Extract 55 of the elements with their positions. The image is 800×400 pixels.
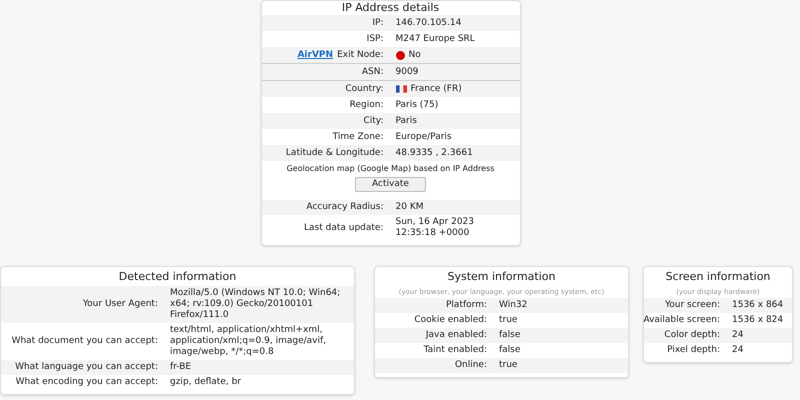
field-label: Time Zone: (332, 132, 384, 142)
field-value: 1536 x 864 (732, 300, 784, 311)
field-value: No (408, 50, 421, 60)
field-value: true (499, 315, 518, 326)
field-label: Exit Node: (337, 50, 384, 60)
field-value: France (FR) (410, 84, 462, 94)
field-label: Java enabled: (426, 330, 487, 341)
field-label: Region: (350, 100, 384, 110)
field-value: 1536 x 824 (732, 315, 784, 326)
field-label: Taint enabled: (424, 345, 487, 356)
field-value: 20 KM (396, 202, 424, 213)
activate-button[interactable]: Activate (355, 177, 426, 192)
panel-title: IP Address details (340, 1, 440, 15)
field-value: M247 Europe SRL (396, 34, 475, 44)
field-label: IP: (372, 18, 384, 28)
field-label: Platform: (446, 300, 487, 311)
field-label: What encoding you can accept: (16, 377, 158, 388)
map-caption: Geolocation map (Google Map) based on IP Address (286, 163, 494, 175)
field-label: Cookie enabled: (414, 315, 487, 326)
field-value: Europe/Paris (396, 132, 452, 142)
field-value: Paris (75) (396, 100, 438, 110)
field-value: fr-BE (170, 362, 192, 373)
field-label: Pixel depth: (667, 345, 720, 356)
field-label: Country: (345, 84, 384, 94)
field-value: 9009 (396, 66, 418, 78)
panel-title: Detected information (118, 269, 238, 285)
field-value: 146.70.105.14 (396, 18, 462, 28)
field-value: Win32 (499, 300, 528, 311)
field-value: false (499, 330, 520, 341)
field-value: gzip, deflate, br (170, 377, 242, 388)
field-label: Your User Agent: (82, 299, 158, 310)
field-value: Sun, 16 Apr 2023 12:35:18 +0000 (396, 217, 475, 239)
field-label: Your screen: (664, 300, 720, 311)
airvpn-link[interactable]: AirVPN (297, 50, 334, 60)
field-label: ASN: (362, 66, 384, 78)
field-label: Latitude & Longitude: (286, 148, 384, 158)
field-value: 24 (732, 345, 744, 356)
panel-title: Screen information (664, 269, 772, 285)
field-label: What document you can accept: (12, 336, 158, 347)
field-value: Mozilla/5.0 (Windows NT 10.0; Win64; x64; rv:109.0) Gecko/20100101 Firefox/111.0 (170, 288, 342, 321)
field-value: false (499, 345, 520, 356)
panel-title: System information (446, 269, 556, 285)
field-value: 48.9335 , 2.3661 (396, 148, 473, 158)
field-label: What language you can accept: (15, 362, 158, 373)
field-label: City: (363, 116, 384, 126)
field-label: Online: (454, 360, 487, 371)
field-value: 24 (732, 330, 744, 341)
field-label: ISP: (366, 34, 384, 44)
field-label: Accuracy Radius: (306, 202, 384, 213)
field-label: Last data update: (304, 222, 384, 234)
field-value: text/html, application/xhtml+xml, application/xml;q=0.9, image/avif, image/webp, */*;q=0.8 (170, 325, 328, 358)
field-label: Available screen: (643, 315, 720, 326)
field-label: Color depth: (664, 330, 720, 341)
field-value: Paris (396, 116, 417, 126)
field-value: true (499, 360, 518, 371)
